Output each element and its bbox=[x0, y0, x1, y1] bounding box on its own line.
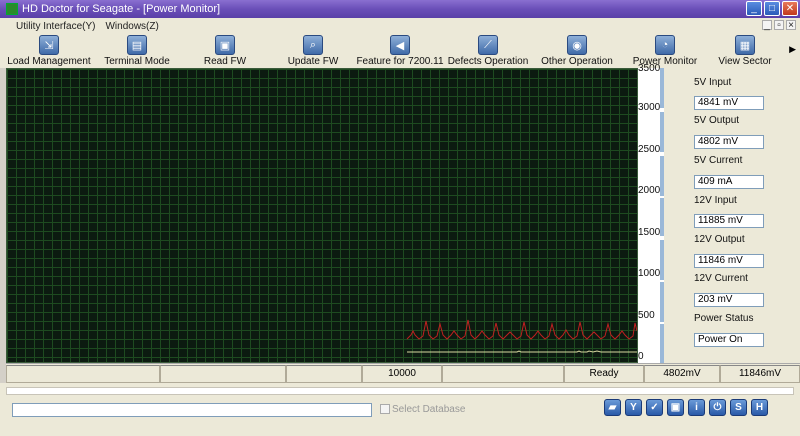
v5-output-field: 4802 mV bbox=[694, 135, 764, 149]
bottom-bar: Select Database ▰ Y ✓ ▣ i ⏻ S H bbox=[0, 383, 800, 436]
view-sector-label: View Sector bbox=[718, 56, 772, 67]
child-restore-button[interactable]: ▫ bbox=[774, 20, 784, 31]
terminal-icon: ▤ bbox=[127, 35, 147, 55]
status-cell bbox=[442, 365, 564, 383]
current-trace bbox=[406, 319, 637, 340]
feature-7200-button[interactable]: ◀ Feature for 7200.11 bbox=[356, 34, 444, 68]
title-bar: HD Doctor for Seagate - [Power Monitor] … bbox=[0, 0, 800, 18]
s-icon[interactable]: S bbox=[730, 399, 747, 416]
feature-7200-label: Feature for 7200.11 bbox=[356, 56, 444, 67]
update-fw-button[interactable]: ⌕ Update FW bbox=[286, 34, 340, 68]
power-status-field: Power On bbox=[694, 333, 764, 347]
folder-icon[interactable]: ▰ bbox=[604, 399, 621, 416]
v5-input-field: 4841 mV bbox=[694, 96, 764, 110]
arrow-left-icon: ◀ bbox=[390, 35, 410, 55]
other-operation-button[interactable]: ◉ Other Operation bbox=[540, 34, 614, 68]
toolbar-overflow-icon[interactable]: ▶ bbox=[789, 44, 796, 55]
read-icon: ▣ bbox=[215, 35, 235, 55]
voltage-trace bbox=[407, 350, 637, 353]
axis-tick-label: 0 bbox=[638, 351, 644, 362]
axis-tick-label: 1000 bbox=[638, 268, 661, 279]
status-bar: 10000 Ready 4802mV 11846mV bbox=[6, 363, 800, 383]
window-title: HD Doctor for Seagate - [Power Monitor] bbox=[22, 3, 221, 15]
select-database-checkbox[interactable] bbox=[380, 404, 390, 414]
defects-operation-label: Defects Operation bbox=[447, 56, 529, 67]
v12-current-label: 12V Current bbox=[694, 273, 748, 284]
close-button[interactable]: ✕ bbox=[782, 1, 798, 16]
load-management-button[interactable]: ⇲ Load Management bbox=[7, 34, 91, 68]
v5-current-label: 5V Current bbox=[694, 155, 743, 166]
status-cell bbox=[160, 365, 286, 383]
axis-tick-label: 2500 bbox=[638, 144, 661, 155]
bottom-toolbar: ▰ Y ✓ ▣ i ⏻ S H bbox=[604, 399, 768, 416]
status-cell bbox=[286, 365, 362, 383]
status-state: Ready bbox=[564, 365, 644, 383]
power-graph bbox=[6, 68, 638, 363]
value-axis: 3500 3000 2500 2000 1500 1000 500 0 bbox=[638, 63, 664, 363]
h-icon[interactable]: H bbox=[751, 399, 768, 416]
menu-windows[interactable]: Windows(Z) bbox=[105, 21, 158, 32]
info-icon[interactable]: i bbox=[688, 399, 705, 416]
maximize-button[interactable]: □ bbox=[764, 1, 780, 16]
terminal-mode-button[interactable]: ▤ Terminal Mode bbox=[104, 34, 170, 68]
toolbar: ⇲ Load Management ▤ Terminal Mode ▣ Read… bbox=[0, 34, 800, 68]
other-operation-label: Other Operation bbox=[541, 56, 613, 67]
defects-operation-button[interactable]: ⟋ Defects Operation bbox=[448, 34, 528, 68]
menu-bar: Utility Interface(Y) Windows(Z) _ ▫ × bbox=[0, 18, 800, 34]
read-fw-label: Read FW bbox=[203, 56, 247, 67]
load-management-label: Load Management bbox=[7, 56, 91, 67]
check-icon[interactable]: ✓ bbox=[646, 399, 663, 416]
v12-output-field: 11846 mV bbox=[694, 254, 764, 268]
child-window-controls: _ ▫ × bbox=[762, 20, 796, 31]
tools-icon[interactable]: Y bbox=[625, 399, 642, 416]
app-icon bbox=[6, 3, 18, 15]
status-12v: 11846mV bbox=[720, 365, 800, 383]
minimize-button[interactable]: _ bbox=[746, 1, 762, 16]
gauge-icon: ◔ bbox=[655, 35, 675, 55]
save-icon[interactable]: ▣ bbox=[667, 399, 684, 416]
window-controls: _ □ ✕ bbox=[746, 1, 798, 16]
status-count: 10000 bbox=[362, 365, 442, 383]
axis-tick-label: 1500 bbox=[638, 227, 661, 238]
update-icon: ⌕ bbox=[303, 35, 323, 55]
child-close-button[interactable]: × bbox=[786, 20, 796, 31]
status-cell bbox=[6, 365, 160, 383]
axis-tick-label: 500 bbox=[638, 310, 655, 321]
status-5v: 4802mV bbox=[644, 365, 720, 383]
select-database-label: Select Database bbox=[392, 404, 466, 415]
load-icon: ⇲ bbox=[39, 35, 59, 55]
power-trace-svg bbox=[406, 319, 637, 353]
child-minimize-button[interactable]: _ bbox=[762, 20, 772, 31]
axis-tick-label: 2000 bbox=[638, 185, 661, 196]
v12-current-field: 203 mV bbox=[694, 293, 764, 307]
separator bbox=[6, 387, 794, 395]
update-fw-label: Update FW bbox=[287, 56, 339, 67]
read-fw-button[interactable]: ▣ Read FW bbox=[202, 34, 248, 68]
v12-input-field: 11885 mV bbox=[694, 214, 764, 228]
menu-utility-interface[interactable]: Utility Interface(Y) bbox=[16, 21, 95, 32]
readings-panel: 5V Input 4841 mV 5V Output 4802 mV 5V Cu… bbox=[664, 68, 800, 363]
power-icon[interactable]: ⏻ bbox=[709, 399, 726, 416]
power-status-label: Power Status bbox=[694, 313, 754, 324]
view-sector-button[interactable]: ▦ View Sector bbox=[712, 34, 778, 68]
disc-icon: ◉ bbox=[567, 35, 587, 55]
axis-tick-label: 3000 bbox=[638, 102, 661, 113]
axis-tick-label: 3500 bbox=[638, 63, 661, 74]
database-path-input[interactable] bbox=[12, 403, 372, 417]
v12-input-label: 12V Input bbox=[694, 195, 737, 206]
v5-output-label: 5V Output bbox=[694, 115, 740, 126]
v5-input-label: 5V Input bbox=[694, 77, 732, 88]
terminal-mode-label: Terminal Mode bbox=[104, 56, 170, 67]
v5-current-field: 409 mA bbox=[694, 175, 764, 189]
v12-output-label: 12V Output bbox=[694, 234, 745, 245]
defects-icon: ⟋ bbox=[478, 35, 498, 55]
view-sector-icon: ▦ bbox=[735, 35, 755, 55]
